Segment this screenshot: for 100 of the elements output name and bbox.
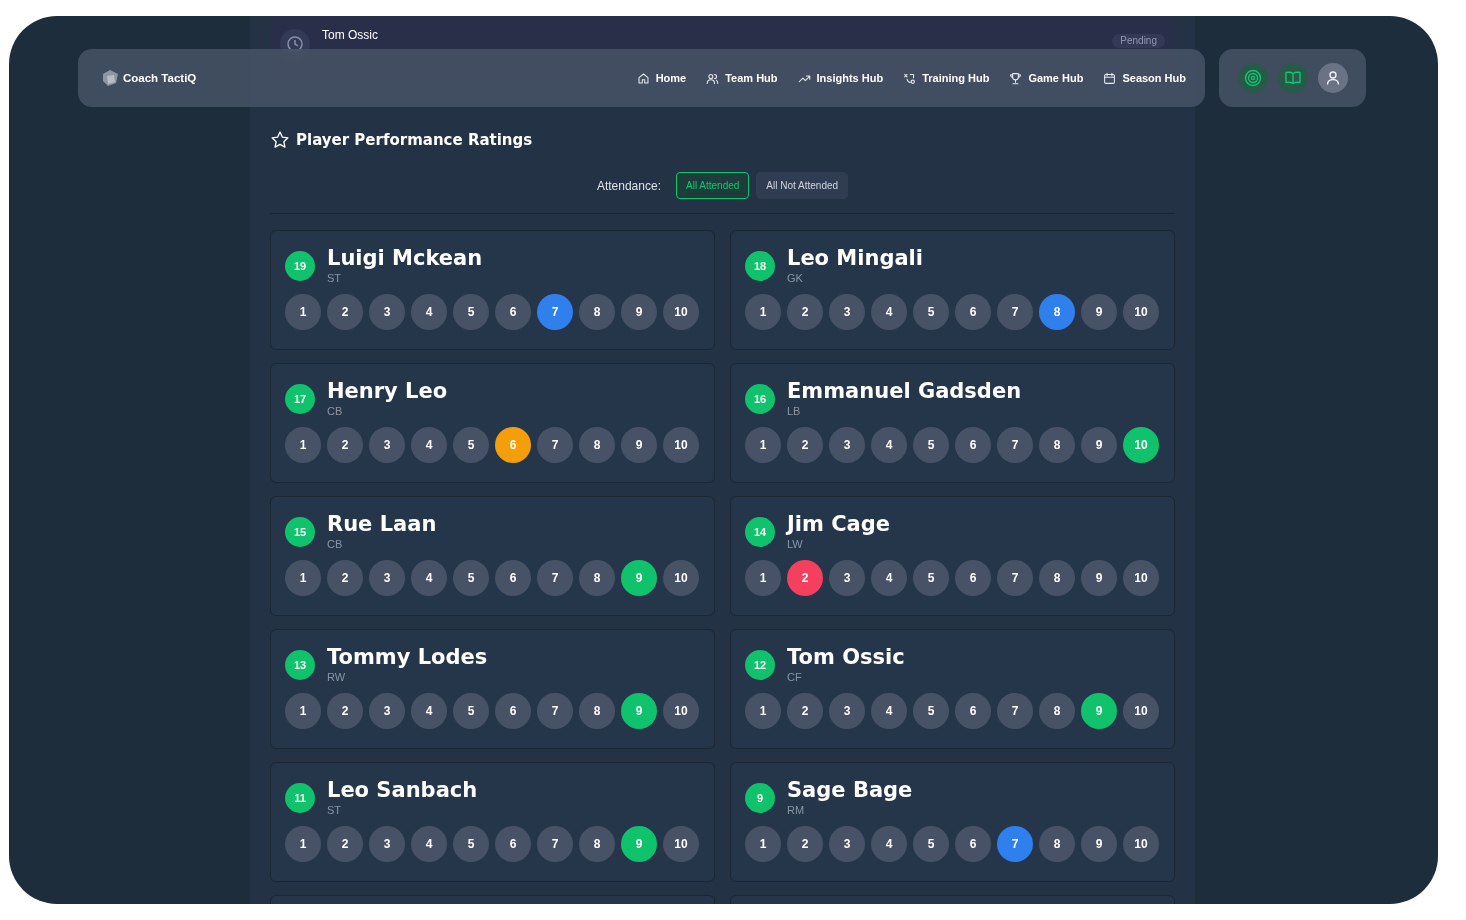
rating-button[interactable]: 10 — [663, 693, 699, 729]
rating-button[interactable]: 7 — [997, 294, 1033, 330]
rating-button[interactable]: 4 — [871, 560, 907, 596]
rating-button[interactable]: 5 — [913, 693, 949, 729]
rating-button[interactable]: 1 — [285, 826, 321, 862]
rating-button[interactable]: 7 — [537, 560, 573, 596]
rating-button[interactable]: 7 — [997, 560, 1033, 596]
rating-button[interactable]: 2 — [787, 294, 823, 330]
rating-button[interactable]: 6 — [955, 693, 991, 729]
rating-button[interactable]: 2 — [327, 294, 363, 330]
filter-button[interactable]: All Attended — [676, 172, 750, 199]
rating-button[interactable]: 6 — [495, 560, 531, 596]
rating-button[interactable]: 2 — [787, 427, 823, 463]
rating-button[interactable]: 9 — [1081, 560, 1117, 596]
rating-button[interactable]: 7 — [997, 427, 1033, 463]
rating-button[interactable]: 3 — [829, 826, 865, 862]
rating-button[interactable]: 1 — [745, 826, 781, 862]
rating-button[interactable]: 6 — [955, 560, 991, 596]
rating-button[interactable]: 1 — [745, 294, 781, 330]
nav-link[interactable]: Game Hub — [1009, 71, 1084, 85]
rating-button[interactable]: 10 — [1123, 693, 1159, 729]
rating-button[interactable]: 1 — [285, 427, 321, 463]
rating-button[interactable]: 2 — [787, 693, 823, 729]
rating-button[interactable]: 7 — [537, 427, 573, 463]
nav-link[interactable]: Team Hub — [706, 71, 778, 85]
rating-button[interactable]: 4 — [411, 294, 447, 330]
rating-button[interactable]: 4 — [411, 560, 447, 596]
rating-button[interactable]: 9 — [621, 294, 657, 330]
rating-button[interactable]: 2 — [327, 693, 363, 729]
rating-button[interactable]: 5 — [913, 560, 949, 596]
rating-button[interactable]: 3 — [829, 427, 865, 463]
nav-link[interactable]: Insights Hub — [797, 71, 884, 85]
rating-button[interactable]: 5 — [453, 826, 489, 862]
target-button[interactable] — [1237, 63, 1268, 93]
rating-button[interactable]: 10 — [1123, 294, 1159, 330]
rating-button[interactable]: 8 — [1039, 294, 1075, 330]
rating-button[interactable]: 9 — [1081, 427, 1117, 463]
rating-button[interactable]: 1 — [745, 427, 781, 463]
rating-button[interactable]: 5 — [913, 427, 949, 463]
rating-button[interactable]: 2 — [327, 560, 363, 596]
rating-button[interactable]: 2 — [787, 826, 823, 862]
rating-button[interactable]: 8 — [579, 826, 615, 862]
rating-button[interactable]: 4 — [871, 693, 907, 729]
rating-button[interactable]: 6 — [955, 427, 991, 463]
rating-button[interactable]: 8 — [579, 560, 615, 596]
rating-button[interactable]: 3 — [369, 427, 405, 463]
profile-button[interactable] — [1317, 63, 1348, 93]
rating-button[interactable]: 1 — [285, 294, 321, 330]
rating-button[interactable]: 7 — [537, 294, 573, 330]
rating-button[interactable]: 5 — [913, 294, 949, 330]
rating-button[interactable]: 3 — [829, 560, 865, 596]
rating-button[interactable]: 5 — [453, 294, 489, 330]
rating-button[interactable]: 9 — [1081, 294, 1117, 330]
rating-button[interactable]: 3 — [369, 826, 405, 862]
rating-button[interactable]: 7 — [997, 693, 1033, 729]
rating-button[interactable]: 4 — [411, 826, 447, 862]
rating-button[interactable]: 8 — [579, 427, 615, 463]
rating-button[interactable]: 4 — [871, 826, 907, 862]
rating-button[interactable]: 1 — [745, 560, 781, 596]
rating-button[interactable]: 10 — [1123, 560, 1159, 596]
rating-button[interactable]: 6 — [955, 826, 991, 862]
rating-button[interactable]: 1 — [745, 693, 781, 729]
rating-button[interactable]: 3 — [829, 693, 865, 729]
rating-button[interactable]: 2 — [787, 560, 823, 596]
rating-button[interactable]: 9 — [1081, 826, 1117, 862]
rating-button[interactable]: 10 — [663, 294, 699, 330]
book-button[interactable] — [1277, 63, 1308, 93]
rating-button[interactable]: 6 — [955, 294, 991, 330]
rating-button[interactable]: 4 — [411, 427, 447, 463]
rating-button[interactable]: 10 — [663, 826, 699, 862]
rating-button[interactable]: 8 — [1039, 826, 1075, 862]
rating-button[interactable]: 1 — [285, 693, 321, 729]
rating-button[interactable]: 8 — [1039, 560, 1075, 596]
rating-button[interactable]: 8 — [579, 693, 615, 729]
rating-button[interactable]: 8 — [1039, 693, 1075, 729]
rating-button[interactable]: 4 — [411, 693, 447, 729]
rating-button[interactable]: 1 — [285, 560, 321, 596]
rating-button[interactable]: 9 — [621, 427, 657, 463]
rating-button[interactable]: 5 — [913, 826, 949, 862]
rating-button[interactable]: 7 — [997, 826, 1033, 862]
rating-button[interactable]: 10 — [663, 560, 699, 596]
nav-link[interactable]: Training Hub — [903, 71, 990, 85]
rating-button[interactable]: 2 — [327, 427, 363, 463]
filter-button[interactable]: All Not Attended — [756, 172, 849, 199]
rating-button[interactable]: 6 — [495, 294, 531, 330]
rating-button[interactable]: 3 — [369, 560, 405, 596]
rating-button[interactable]: 10 — [1123, 826, 1159, 862]
rating-button[interactable]: 3 — [829, 294, 865, 330]
rating-button[interactable]: 2 — [327, 826, 363, 862]
rating-button[interactable]: 7 — [537, 693, 573, 729]
rating-button[interactable]: 5 — [453, 560, 489, 596]
rating-button[interactable]: 5 — [453, 693, 489, 729]
rating-button[interactable]: 8 — [579, 294, 615, 330]
rating-button[interactable]: 3 — [369, 294, 405, 330]
rating-button[interactable]: 7 — [537, 826, 573, 862]
rating-button[interactable]: 5 — [453, 427, 489, 463]
rating-button[interactable]: 3 — [369, 693, 405, 729]
nav-link[interactable]: Season Hub — [1103, 71, 1186, 85]
rating-button[interactable]: 6 — [495, 693, 531, 729]
nav-link[interactable]: Home — [636, 71, 687, 85]
